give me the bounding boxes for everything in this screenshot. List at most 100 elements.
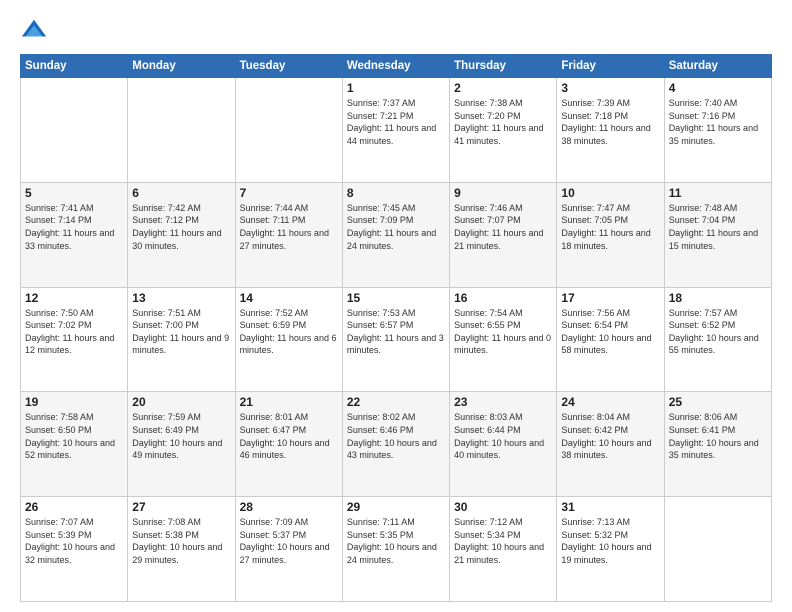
calendar-cell <box>21 78 128 183</box>
day-number: 16 <box>454 291 552 305</box>
day-header-sunday: Sunday <box>21 55 128 78</box>
calendar-cell: 27 Sunrise: 7:08 AM Sunset: 5:38 PM Dayli… <box>128 497 235 602</box>
day-header-friday: Friday <box>557 55 664 78</box>
cell-info: Sunrise: 7:59 AM Sunset: 6:49 PM Dayligh… <box>132 411 230 461</box>
calendar-table: SundayMondayTuesdayWednesdayThursdayFrid… <box>20 54 772 602</box>
calendar-cell: 31Sunrise: 7:13 AM Sunset: 5:32 PM Dayli… <box>557 497 664 602</box>
calendar-cell: 6 Sunrise: 7:42 AM Sunset: 7:12 PM Daylig… <box>128 182 235 287</box>
cell-info: Sunrise: 7:50 AM Sunset: 7:02 PM Dayligh… <box>25 307 123 357</box>
day-number: 1 <box>347 81 445 95</box>
calendar-cell: 22 Sunrise: 8:02 AM Sunset: 6:46 PM Dayli… <box>342 392 449 497</box>
calendar-cell: 13 Sunrise: 7:51 AM Sunset: 7:00 PM Dayli… <box>128 287 235 392</box>
cell-info: Sunrise: 7:54 AM Sunset: 6:55 PM Dayligh… <box>454 307 552 357</box>
day-number: 30 <box>454 500 552 514</box>
calendar-cell: 20 Sunrise: 7:59 AM Sunset: 6:49 PM Dayli… <box>128 392 235 497</box>
calendar-cell: 30 Sunrise: 7:12 AM Sunset: 5:34 PM Dayli… <box>450 497 557 602</box>
cell-info: Sunrise: 7:53 AM Sunset: 6:57 PM Dayligh… <box>347 307 445 357</box>
calendar-header-row: SundayMondayTuesdayWednesdayThursdayFrid… <box>21 55 772 78</box>
cell-info: Sunrise: 7:08 AM Sunset: 5:38 PM Dayligh… <box>132 516 230 566</box>
cell-info: Sunrise: 7:11 AM Sunset: 5:35 PM Dayligh… <box>347 516 445 566</box>
day-number: 11 <box>669 186 767 200</box>
calendar-cell: 7Sunrise: 7:44 AM Sunset: 7:11 PM Daylig… <box>235 182 342 287</box>
day-number: 6 <box>132 186 230 200</box>
calendar-cell: 19 Sunrise: 7:58 AM Sunset: 6:50 PM Dayli… <box>21 392 128 497</box>
calendar-cell: 3 Sunrise: 7:39 AM Sunset: 7:18 PM Daylig… <box>557 78 664 183</box>
calendar-week-row: 1 Sunrise: 7:37 AM Sunset: 7:21 PM Daylig… <box>21 78 772 183</box>
cell-info: Sunrise: 7:56 AM Sunset: 6:54 PM Dayligh… <box>561 307 659 357</box>
day-header-monday: Monday <box>128 55 235 78</box>
calendar-cell: 16 Sunrise: 7:54 AM Sunset: 6:55 PM Dayli… <box>450 287 557 392</box>
day-number: 13 <box>132 291 230 305</box>
calendar-cell <box>235 78 342 183</box>
calendar-cell <box>128 78 235 183</box>
day-number: 14 <box>240 291 338 305</box>
logo-icon <box>20 16 48 44</box>
cell-info: Sunrise: 7:46 AM Sunset: 7:07 PM Dayligh… <box>454 202 552 252</box>
day-number: 19 <box>25 395 123 409</box>
day-header-thursday: Thursday <box>450 55 557 78</box>
day-number: 9 <box>454 186 552 200</box>
cell-info: Sunrise: 7:57 AM Sunset: 6:52 PM Dayligh… <box>669 307 767 357</box>
calendar-cell: 15 Sunrise: 7:53 AM Sunset: 6:57 PM Dayli… <box>342 287 449 392</box>
cell-info: Sunrise: 8:03 AM Sunset: 6:44 PM Dayligh… <box>454 411 552 461</box>
calendar-cell: 2Sunrise: 7:38 AM Sunset: 7:20 PM Daylig… <box>450 78 557 183</box>
calendar-cell: 17 Sunrise: 7:56 AM Sunset: 6:54 PM Dayli… <box>557 287 664 392</box>
cell-info: Sunrise: 7:58 AM Sunset: 6:50 PM Dayligh… <box>25 411 123 461</box>
calendar-cell: 18 Sunrise: 7:57 AM Sunset: 6:52 PM Dayli… <box>664 287 771 392</box>
day-number: 29 <box>347 500 445 514</box>
cell-info: Sunrise: 7:38 AM Sunset: 7:20 PM Dayligh… <box>454 97 552 147</box>
calendar-cell: 1 Sunrise: 7:37 AM Sunset: 7:21 PM Daylig… <box>342 78 449 183</box>
cell-info: Sunrise: 7:37 AM Sunset: 7:21 PM Dayligh… <box>347 97 445 147</box>
calendar-cell: 29 Sunrise: 7:11 AM Sunset: 5:35 PM Dayli… <box>342 497 449 602</box>
cell-info: Sunrise: 7:07 AM Sunset: 5:39 PM Dayligh… <box>25 516 123 566</box>
day-number: 8 <box>347 186 445 200</box>
page: SundayMondayTuesdayWednesdayThursdayFrid… <box>0 0 792 612</box>
day-number: 26 <box>25 500 123 514</box>
calendar-cell: 9 Sunrise: 7:46 AM Sunset: 7:07 PM Daylig… <box>450 182 557 287</box>
day-number: 15 <box>347 291 445 305</box>
calendar-week-row: 19 Sunrise: 7:58 AM Sunset: 6:50 PM Dayli… <box>21 392 772 497</box>
day-number: 25 <box>669 395 767 409</box>
day-number: 12 <box>25 291 123 305</box>
cell-info: Sunrise: 7:39 AM Sunset: 7:18 PM Dayligh… <box>561 97 659 147</box>
cell-info: Sunrise: 7:12 AM Sunset: 5:34 PM Dayligh… <box>454 516 552 566</box>
day-number: 28 <box>240 500 338 514</box>
cell-info: Sunrise: 8:01 AM Sunset: 6:47 PM Dayligh… <box>240 411 338 461</box>
calendar-week-row: 12 Sunrise: 7:50 AM Sunset: 7:02 PM Dayli… <box>21 287 772 392</box>
day-number: 10 <box>561 186 659 200</box>
day-header-saturday: Saturday <box>664 55 771 78</box>
day-header-tuesday: Tuesday <box>235 55 342 78</box>
calendar-cell: 12 Sunrise: 7:50 AM Sunset: 7:02 PM Dayli… <box>21 287 128 392</box>
calendar-cell: 8Sunrise: 7:45 AM Sunset: 7:09 PM Daylig… <box>342 182 449 287</box>
day-number: 27 <box>132 500 230 514</box>
cell-info: Sunrise: 7:48 AM Sunset: 7:04 PM Dayligh… <box>669 202 767 252</box>
cell-info: Sunrise: 7:41 AM Sunset: 7:14 PM Dayligh… <box>25 202 123 252</box>
calendar-cell: 26 Sunrise: 7:07 AM Sunset: 5:39 PM Dayli… <box>21 497 128 602</box>
cell-info: Sunrise: 7:40 AM Sunset: 7:16 PM Dayligh… <box>669 97 767 147</box>
calendar-cell: 4Sunrise: 7:40 AM Sunset: 7:16 PM Daylig… <box>664 78 771 183</box>
cell-info: Sunrise: 8:02 AM Sunset: 6:46 PM Dayligh… <box>347 411 445 461</box>
cell-info: Sunrise: 7:52 AM Sunset: 6:59 PM Dayligh… <box>240 307 338 357</box>
calendar-cell: 11 Sunrise: 7:48 AM Sunset: 7:04 PM Dayli… <box>664 182 771 287</box>
day-number: 31 <box>561 500 659 514</box>
calendar-cell <box>664 497 771 602</box>
calendar-week-row: 5Sunrise: 7:41 AM Sunset: 7:14 PM Daylig… <box>21 182 772 287</box>
day-number: 24 <box>561 395 659 409</box>
day-number: 21 <box>240 395 338 409</box>
day-number: 20 <box>132 395 230 409</box>
cell-info: Sunrise: 7:42 AM Sunset: 7:12 PM Dayligh… <box>132 202 230 252</box>
calendar-cell: 24Sunrise: 8:04 AM Sunset: 6:42 PM Dayli… <box>557 392 664 497</box>
day-header-wednesday: Wednesday <box>342 55 449 78</box>
day-number: 17 <box>561 291 659 305</box>
day-number: 18 <box>669 291 767 305</box>
day-number: 22 <box>347 395 445 409</box>
day-number: 3 <box>561 81 659 95</box>
cell-info: Sunrise: 7:44 AM Sunset: 7:11 PM Dayligh… <box>240 202 338 252</box>
logo <box>20 16 52 44</box>
cell-info: Sunrise: 7:47 AM Sunset: 7:05 PM Dayligh… <box>561 202 659 252</box>
calendar-cell: 28 Sunrise: 7:09 AM Sunset: 5:37 PM Dayli… <box>235 497 342 602</box>
cell-info: Sunrise: 7:51 AM Sunset: 7:00 PM Dayligh… <box>132 307 230 357</box>
calendar-cell: 10 Sunrise: 7:47 AM Sunset: 7:05 PM Dayli… <box>557 182 664 287</box>
cell-info: Sunrise: 7:09 AM Sunset: 5:37 PM Dayligh… <box>240 516 338 566</box>
day-number: 23 <box>454 395 552 409</box>
